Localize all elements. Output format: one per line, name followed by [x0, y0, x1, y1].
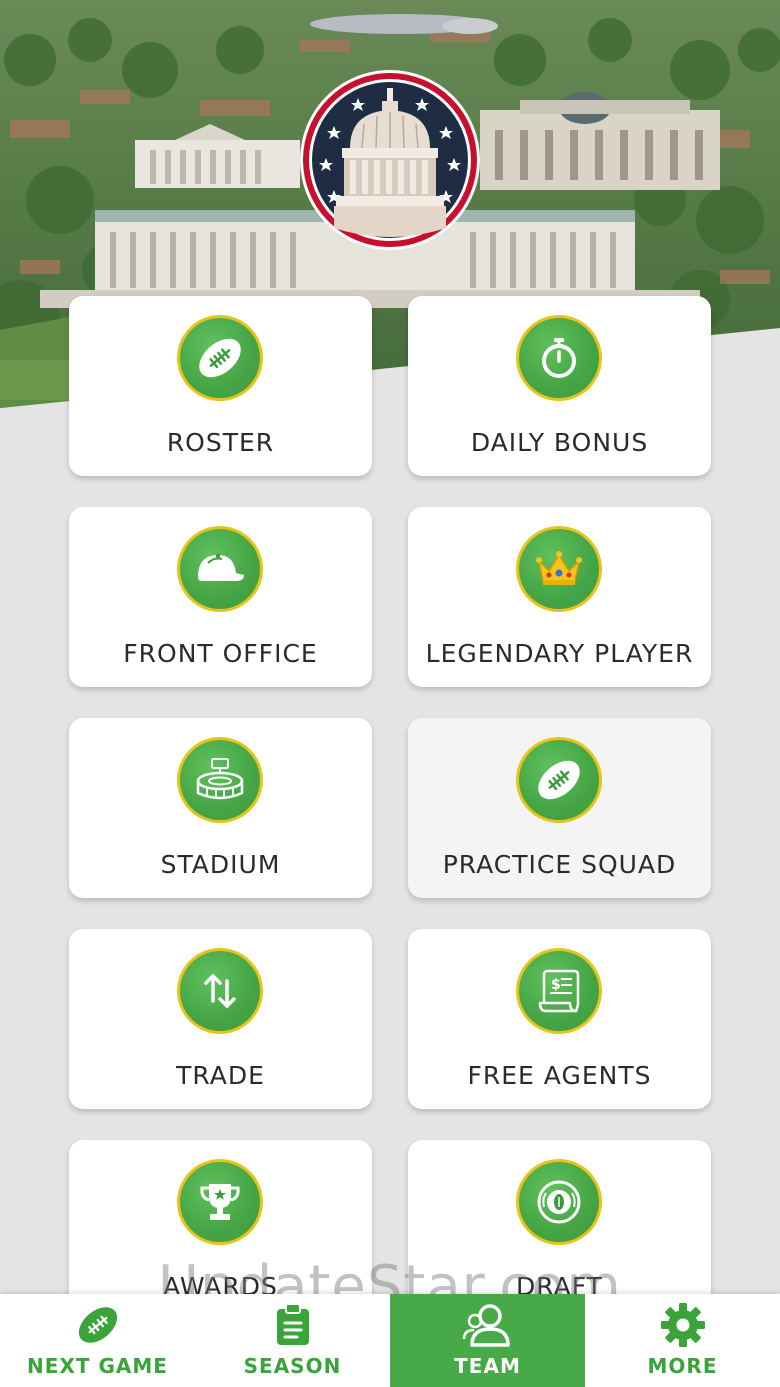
legendary-player-label: LEGENDARY PLAYER — [425, 639, 694, 668]
practice-squad-label: PRACTICE SQUAD — [442, 850, 677, 879]
nav-team[interactable]: TEAM — [390, 1294, 585, 1387]
roster-tile[interactable]: ROSTER — [69, 296, 372, 476]
swap-arrows-icon — [177, 948, 263, 1034]
stadium-icon — [177, 737, 263, 823]
cap-icon — [177, 526, 263, 612]
nav-next-game[interactable]: NEXT GAME — [0, 1294, 195, 1387]
bottom-nav-bar: NEXT GAME SEASON TEAM MORE — [0, 1294, 780, 1387]
nav-more-label: MORE — [647, 1354, 718, 1378]
stadium-tile[interactable]: STADIUM — [69, 718, 372, 898]
clipboard-icon — [195, 1302, 390, 1348]
gear-icon — [585, 1302, 780, 1348]
football-icon — [516, 737, 602, 823]
football-icon — [177, 315, 263, 401]
team-menu-grid: ROSTER DAILY BONUS FRONT OFFICE LEGENDAR… — [0, 0, 780, 1387]
crown-icon — [516, 526, 602, 612]
football-icon — [0, 1302, 195, 1348]
draft-tile[interactable]: DRAFT — [408, 1140, 711, 1320]
contract-scroll-icon: $ — [516, 948, 602, 1034]
team-icon — [390, 1302, 585, 1348]
nav-season[interactable]: SEASON — [195, 1294, 390, 1387]
nav-next-game-label: NEXT GAME — [27, 1354, 168, 1378]
roster-label: ROSTER — [166, 428, 275, 457]
svg-text:$: $ — [551, 977, 561, 993]
trade-tile[interactable]: TRADE — [69, 929, 372, 1109]
free-agents-tile[interactable]: $ FREE AGENTS — [408, 929, 711, 1109]
nav-team-label: TEAM — [454, 1354, 521, 1378]
daily-bonus-label: DAILY BONUS — [470, 428, 649, 457]
nav-more[interactable]: MORE — [585, 1294, 780, 1387]
trade-label: TRADE — [176, 1061, 265, 1090]
practice-squad-tile[interactable]: PRACTICE SQUAD — [408, 718, 711, 898]
legendary-player-tile[interactable]: LEGENDARY PLAYER — [408, 507, 711, 687]
free-agents-label: FREE AGENTS — [467, 1061, 652, 1090]
stopwatch-icon — [516, 315, 602, 401]
stadium-label: STADIUM — [160, 850, 281, 879]
nav-season-label: SEASON — [243, 1354, 342, 1378]
front-office-tile[interactable]: FRONT OFFICE — [69, 507, 372, 687]
draft-emblem-icon — [516, 1159, 602, 1245]
awards-tile[interactable]: AWARDS — [69, 1140, 372, 1320]
daily-bonus-tile[interactable]: DAILY BONUS — [408, 296, 711, 476]
trophy-icon — [177, 1159, 263, 1245]
front-office-label: FRONT OFFICE — [123, 639, 318, 668]
